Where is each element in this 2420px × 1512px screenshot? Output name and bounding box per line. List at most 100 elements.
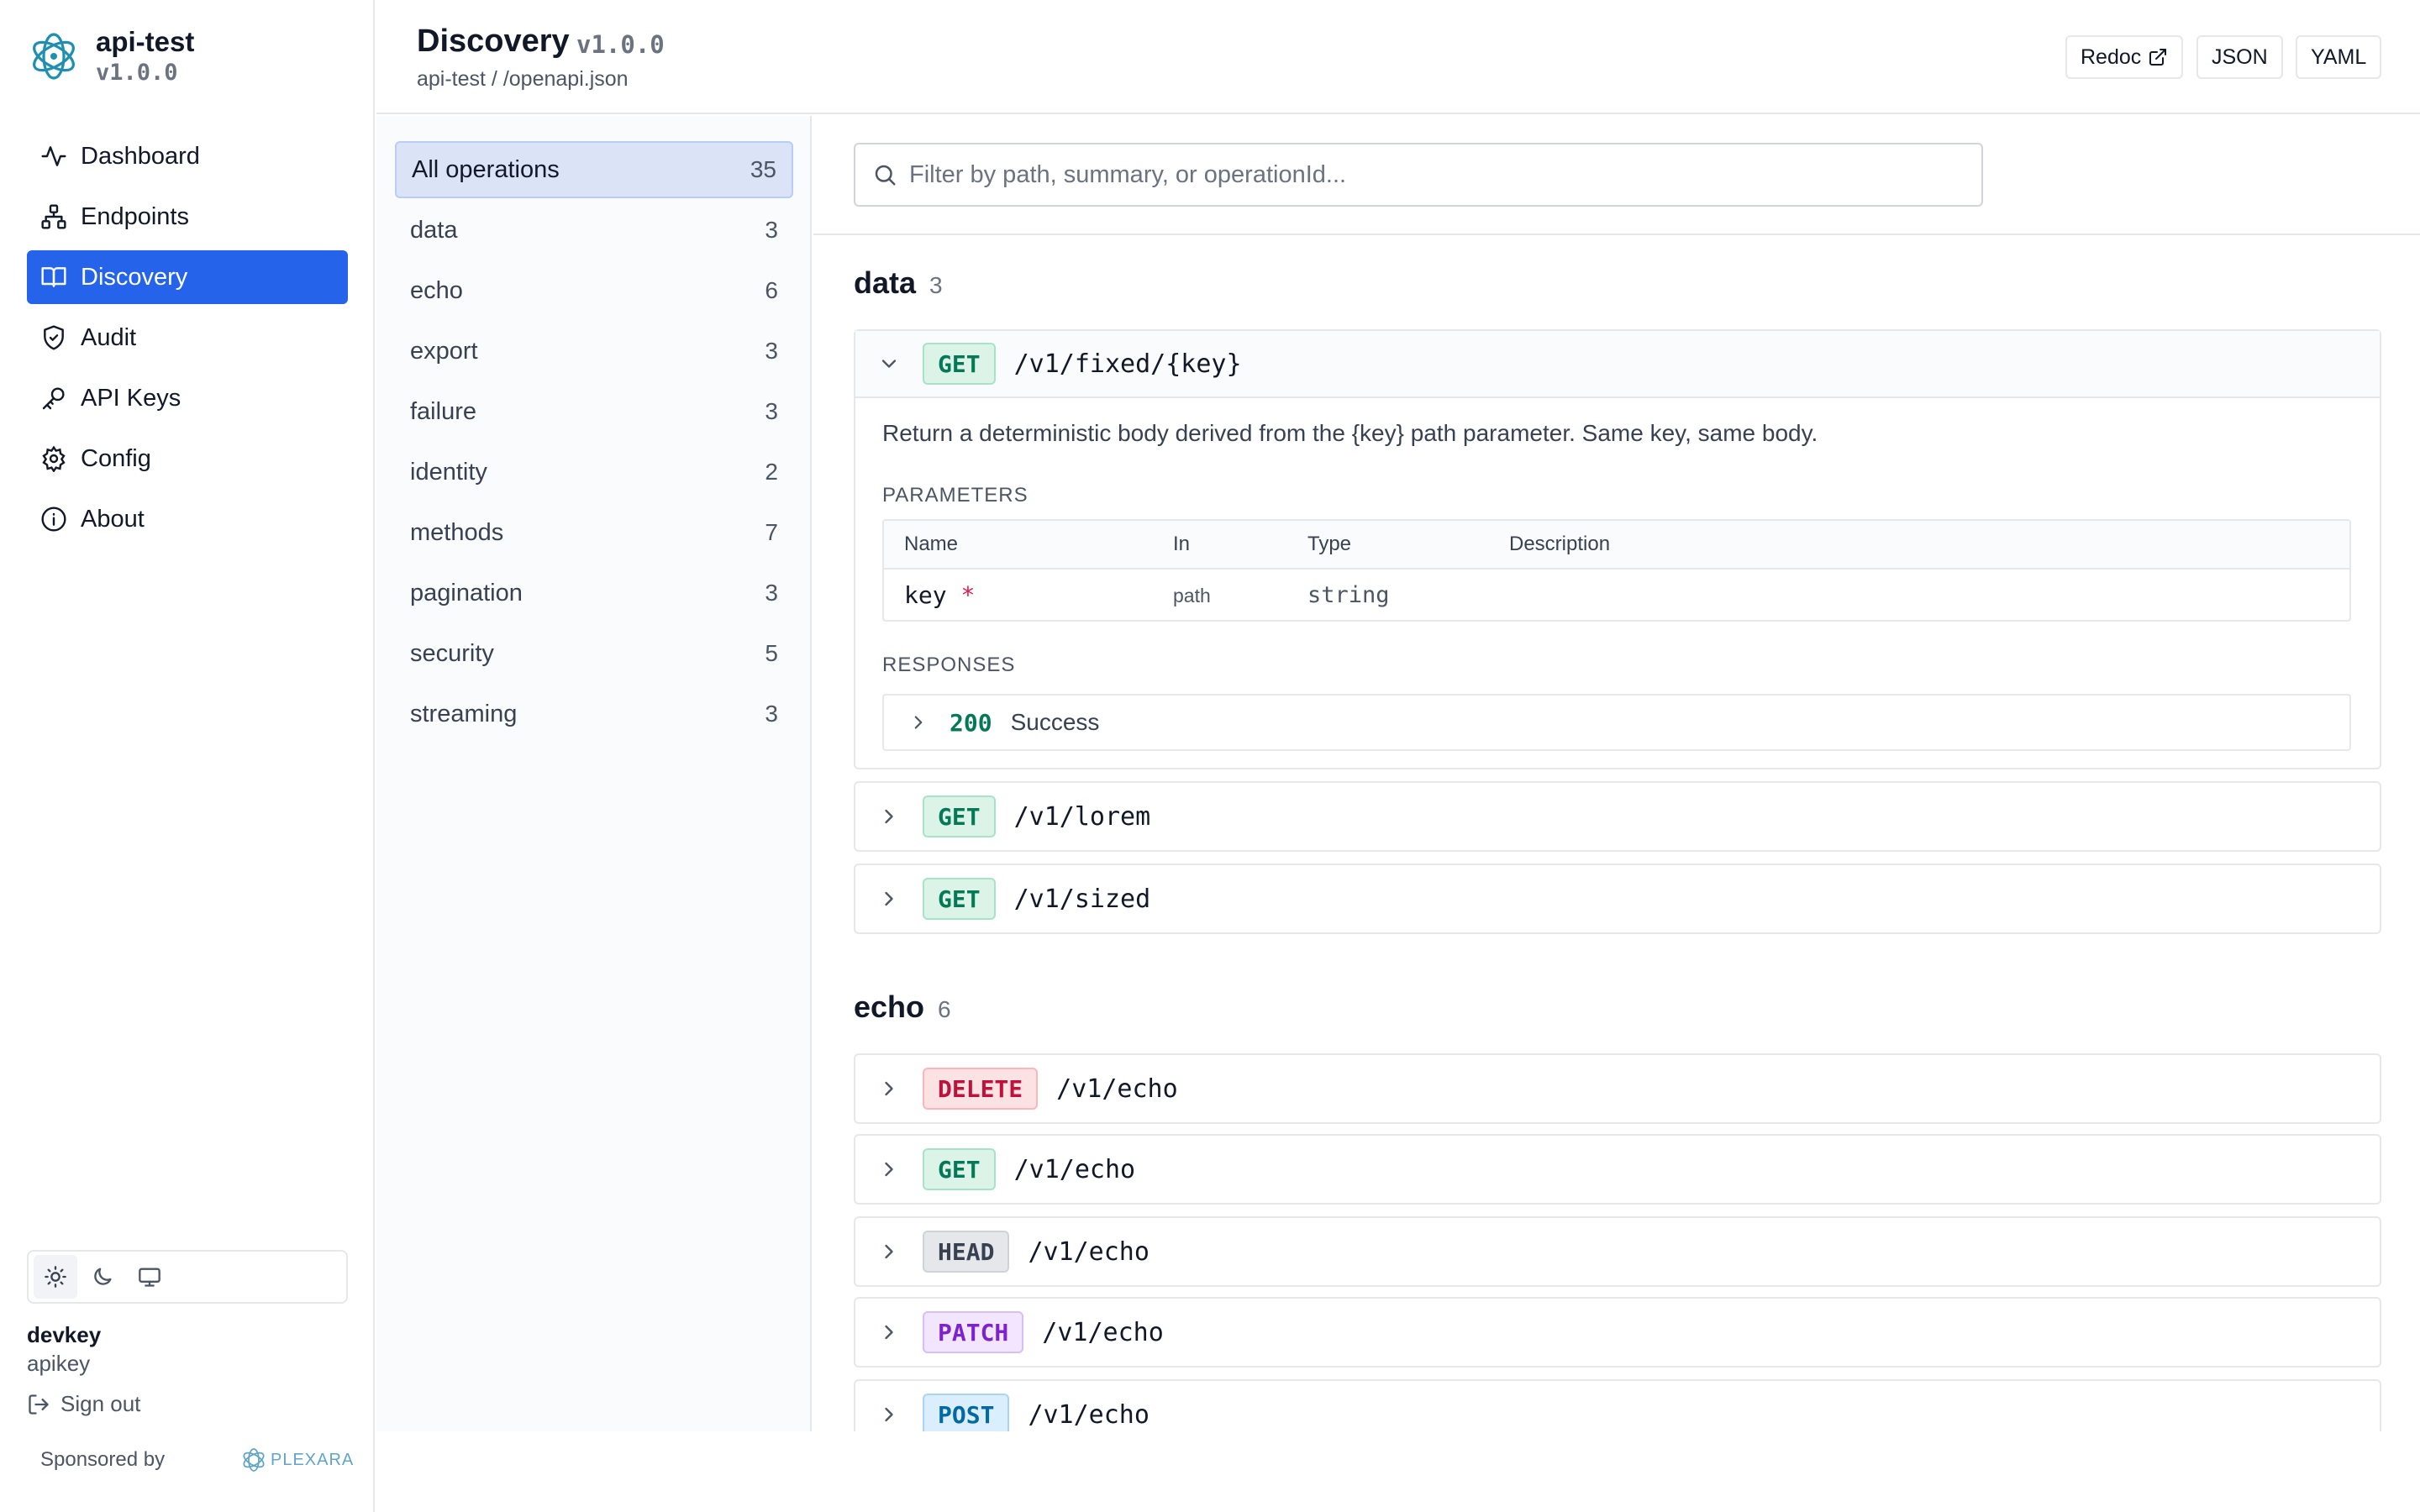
tag-item-export[interactable]: export 3 [395,323,793,380]
section-title-label: data [854,265,917,300]
sponsor-logo[interactable]: PLEXARA [240,1446,354,1473]
sidebar-item-label: Config [81,444,151,472]
tag-item-methods[interactable]: methods 7 [395,504,793,561]
yaml-button-label: YAML [2311,45,2367,69]
json-button[interactable]: JSON [2196,35,2283,79]
activity-icon [41,146,66,166]
tag-count: 3 [765,580,778,606]
chevron-right-icon [885,1325,893,1340]
sidebar-item-dashboard[interactable]: Dashboard [27,129,348,183]
operation-delete-echo: DELETE /v1/echo [854,1053,2381,1124]
tag-item-failure[interactable]: failure 3 [395,383,793,440]
parameters-table: Name In Type Description key * path stri… [882,519,2351,622]
sidebar-item-about[interactable]: About [27,492,348,546]
method-badge: PATCH [923,1311,1024,1353]
sidebar-item-label: Audit [81,323,137,351]
tag-item-pagination[interactable]: pagination 3 [395,564,793,622]
tag-item-streaming[interactable]: streaming 3 [395,685,793,743]
tag-list: All operations 35 data 3 echo 6 export 3… [376,116,812,1431]
info-icon [41,507,66,532]
param-name: key * [904,570,975,622]
filter-input[interactable] [909,160,1968,189]
tag-item-all[interactable]: All operations 35 [395,141,793,198]
tag-count: 35 [750,156,776,182]
sun-icon [45,1266,66,1288]
operation-header[interactable]: GET /v1/echo [855,1136,2380,1203]
operation-header[interactable]: HEAD /v1/echo [855,1218,2380,1285]
chevron-right-icon [885,1162,893,1177]
chevron-right-icon [885,1244,893,1259]
tag-label: All operations [412,155,560,183]
operation-header[interactable]: POST /v1/echo [855,1381,2380,1431]
column-header-name: Name [904,533,959,555]
sponsor-label: Sponsored by [40,1448,166,1471]
tag-count: 2 [765,459,778,485]
user-role: apikey [27,1351,91,1376]
method-badge: DELETE [923,1068,1039,1110]
monitor-icon [139,1268,160,1287]
operation-path: /v1/echo [1056,1074,1178,1104]
parameters-table-header: Name In Type Description [884,521,2349,570]
json-button-label: JSON [2212,45,2268,69]
sign-out-button[interactable]: Sign out [27,1391,140,1417]
operation-header[interactable]: DELETE /v1/echo [855,1055,2380,1122]
sidebar-item-discovery[interactable]: Discovery [27,250,348,304]
sidebar-item-audit[interactable]: Audit [27,311,348,365]
param-type: string [1307,582,1390,608]
tag-item-security[interactable]: security 5 [395,625,793,682]
sidebar-item-api-keys[interactable]: API Keys [27,371,348,425]
shield-check-icon [44,325,64,350]
tag-item-echo[interactable]: echo 6 [395,262,793,319]
brand-logo-icon [33,33,75,80]
tag-item-data[interactable]: data 3 [395,202,793,259]
tag-count: 3 [765,217,778,243]
tag-label: echo [410,276,463,304]
operation-patch-echo: PATCH /v1/echo [854,1297,2381,1368]
operation-description: Return a deterministic body derived from… [882,420,1818,446]
brand[interactable]: api-test v1.0.0 [27,25,194,87]
method-badge: GET [923,878,996,920]
section-title-label: echo [854,990,925,1024]
tag-label: identity [410,458,487,486]
operation-header[interactable]: GET /v1/fixed/{key} [855,331,2380,398]
chevron-right-icon [885,891,893,906]
chevron-right-icon [914,716,923,729]
yaml-button[interactable]: YAML [2296,35,2382,79]
chevron-right-icon [885,1081,893,1096]
redoc-button[interactable]: Redoc [2065,35,2184,79]
operation-header[interactable]: PATCH /v1/echo [855,1299,2380,1366]
sidebar-item-label: Discovery [81,263,188,291]
theme-system-button[interactable] [128,1255,171,1299]
section-title-data: data 3 [854,265,943,301]
theme-dark-button[interactable] [81,1255,124,1299]
sign-out-label: Sign out [60,1391,141,1416]
filter-field[interactable] [854,143,1983,207]
theme-switcher [27,1250,348,1304]
tag-count: 5 [765,640,778,666]
operation-get-lorem: GET /v1/lorem [854,781,2381,852]
operation-header[interactable]: GET /v1/sized [855,865,2380,932]
response-code: 200 [950,708,992,737]
operation-header[interactable]: GET /v1/lorem [855,783,2380,850]
book-icon [41,267,66,287]
tag-label: data [410,216,458,244]
operation-details: Return a deterministic body derived from… [855,398,2380,768]
chevron-right-icon [885,1407,893,1422]
section-count: 3 [929,272,943,298]
method-badge: GET [923,795,996,837]
sidebar-item-label: Endpoints [81,202,189,230]
sidebar-item-endpoints[interactable]: Endpoints [27,190,348,244]
method-badge: GET [923,343,996,385]
operation-path: /v1/sized [1013,884,1151,914]
response-row[interactable]: 200 Success [882,694,2351,751]
sidebar-item-label: About [81,505,145,533]
sidebar-item-config[interactable]: Config [27,432,348,486]
tag-item-identity[interactable]: identity 2 [395,444,793,501]
external-link-icon [2149,49,2167,66]
theme-light-button[interactable] [34,1255,77,1299]
parameters-label: PARAMETERS [882,484,1028,507]
tag-label: failure [410,397,476,425]
redoc-button-label: Redoc [2081,45,2142,69]
required-marker: * [960,581,976,609]
gear-icon [42,445,66,472]
